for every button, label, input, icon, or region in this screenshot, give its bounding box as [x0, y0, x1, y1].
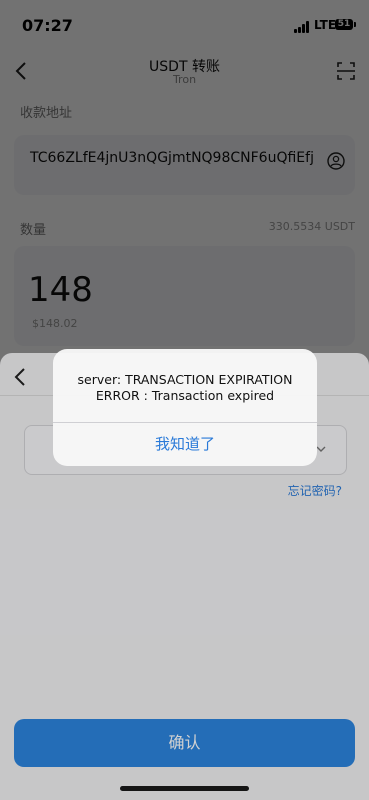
- alert-line-2: ERROR : Transaction expired: [95, 388, 275, 403]
- error-alert: server: TRANSACTION EXPIRATION ERROR : T…: [53, 349, 317, 466]
- alert-ok-button[interactable]: 我知道了: [53, 423, 317, 466]
- alert-message: server: TRANSACTION EXPIRATION ERROR : T…: [53, 372, 317, 404]
- alert-line-1: server: TRANSACTION EXPIRATION: [77, 372, 293, 387]
